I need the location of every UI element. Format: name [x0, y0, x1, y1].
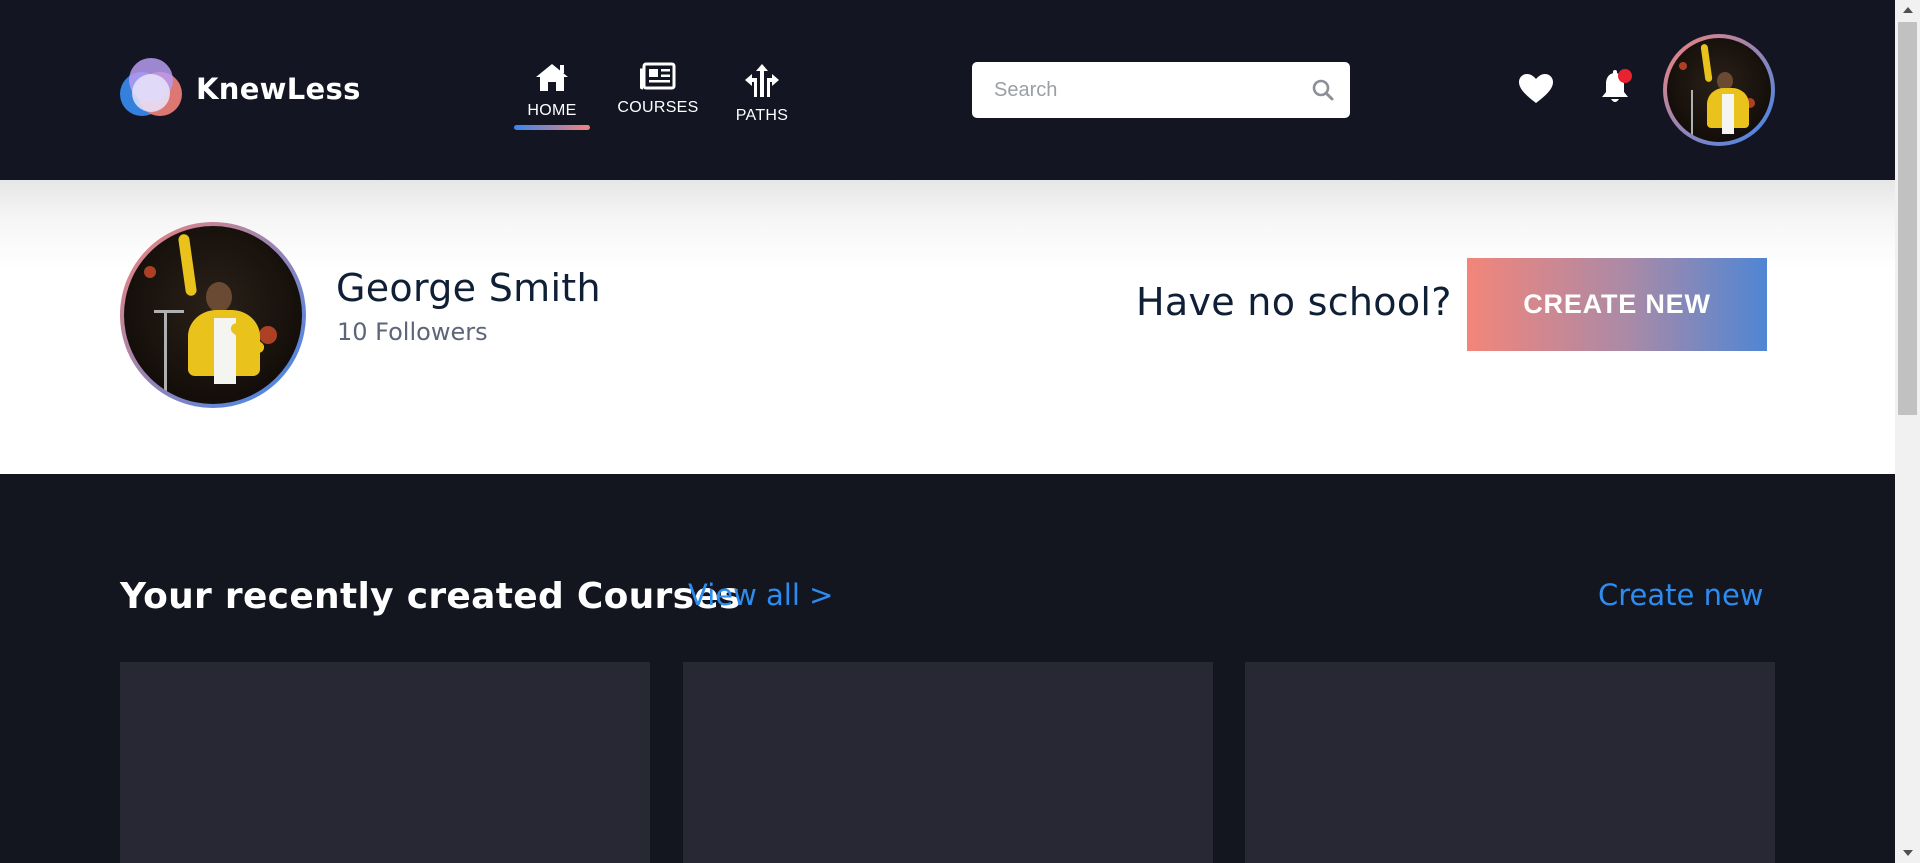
section-title: Your recently created Courses: [120, 576, 741, 617]
notifications-button[interactable]: [1600, 69, 1632, 110]
active-nav-indicator: [514, 125, 590, 130]
brand-logo[interactable]: KnewLess: [120, 58, 361, 120]
avatar: [124, 226, 302, 404]
search-icon[interactable]: [1312, 79, 1334, 101]
course-card[interactable]: [683, 662, 1213, 863]
avatar: [1667, 38, 1771, 142]
nav-item-paths[interactable]: PATHS: [732, 62, 792, 125]
course-card[interactable]: [1245, 662, 1775, 863]
no-school-prompt: Have no school?: [1136, 280, 1452, 324]
top-navbar: KnewLess HOME COURSES PATHS: [0, 0, 1895, 180]
nav-paths-label: PATHS: [735, 107, 789, 124]
notification-badge: [1618, 69, 1632, 83]
nav-item-courses[interactable]: COURSES: [617, 62, 699, 117]
create-new-school-button[interactable]: CREATE NEW: [1467, 258, 1767, 351]
profile-name: George Smith: [336, 266, 601, 310]
home-icon: [536, 64, 568, 91]
page-scrollbar[interactable]: [1895, 0, 1920, 863]
recent-courses-section: Your recently created Courses View all >…: [0, 474, 1895, 863]
heart-icon[interactable]: [1518, 73, 1554, 105]
course-card[interactable]: [120, 662, 650, 863]
newspaper-icon: [640, 62, 676, 90]
signpost-icon: [745, 64, 779, 97]
followers-count[interactable]: 10 Followers: [337, 318, 488, 346]
brand-name: KnewLess: [196, 72, 361, 106]
profile-avatar[interactable]: [120, 222, 306, 408]
search-box: [972, 62, 1350, 118]
search-input[interactable]: [972, 62, 1350, 118]
create-new-course-link[interactable]: Create new: [1598, 578, 1764, 612]
user-avatar-menu[interactable]: [1663, 34, 1775, 146]
profile-banner: George Smith 10 Followers Have no school…: [0, 180, 1895, 474]
view-all-link[interactable]: View all >: [688, 578, 833, 612]
logo-mark-icon: [120, 58, 182, 120]
nav-home-label: HOME: [527, 102, 577, 119]
scrollbar-thumb[interactable]: [1898, 22, 1917, 415]
scroll-up-arrow-icon[interactable]: [1895, 0, 1920, 20]
nav-courses-label: COURSES: [617, 99, 699, 116]
nav-item-home[interactable]: HOME: [514, 62, 590, 130]
scroll-down-arrow-icon[interactable]: [1895, 843, 1920, 863]
